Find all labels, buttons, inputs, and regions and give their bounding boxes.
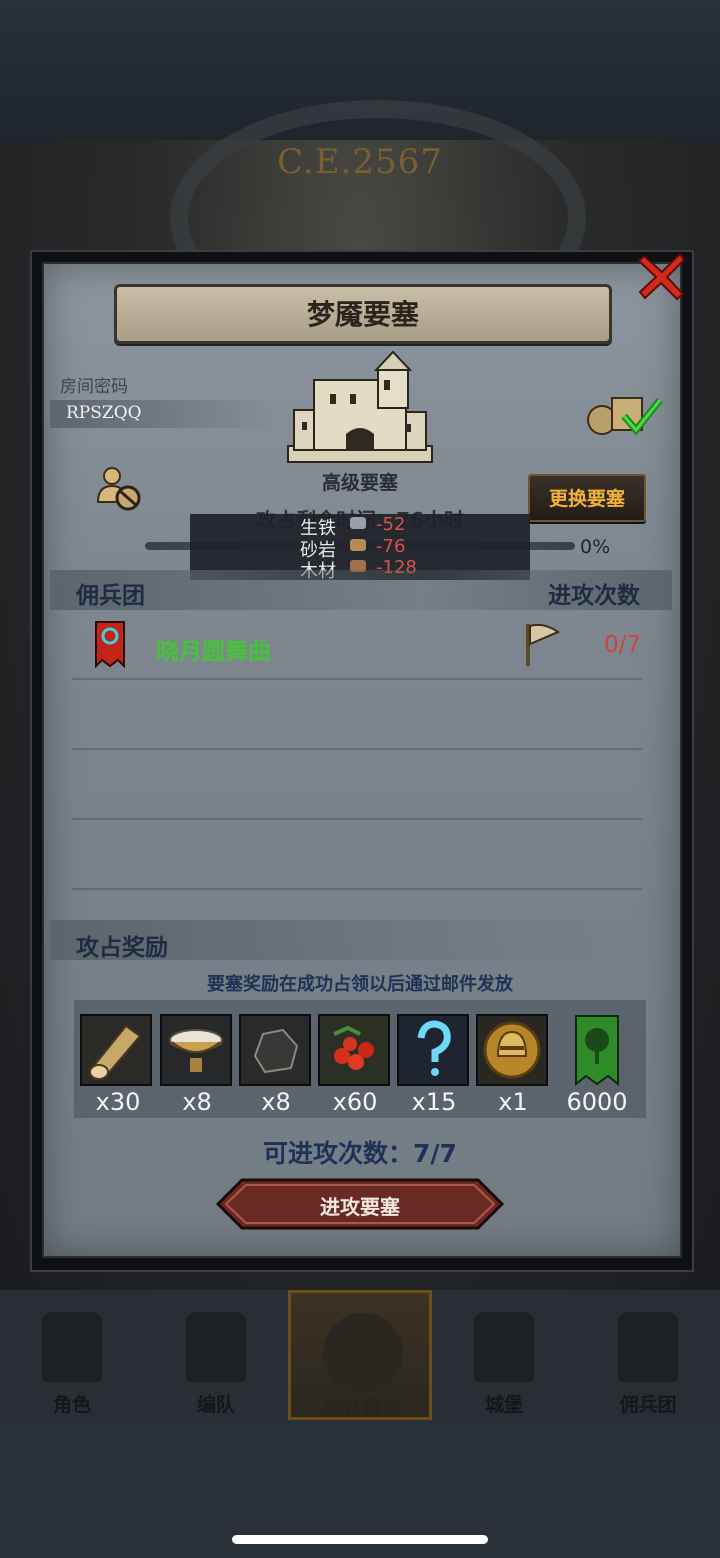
- berries-icon: [320, 1016, 388, 1084]
- mercenary-header: 佣兵团: [76, 583, 145, 609]
- mercenary-name[interactable]: 晓月圆舞曲: [156, 632, 271, 666]
- reward-count: x1: [498, 1088, 528, 1116]
- nav-label: 编队: [196, 1394, 235, 1416]
- attack-fortress-label: 进攻要塞: [320, 1195, 400, 1219]
- close-icon: [637, 252, 686, 301]
- home-indicator[interactable]: [232, 1535, 488, 1544]
- knight-icon: [42, 1312, 102, 1382]
- ore-icon: [241, 1016, 309, 1084]
- reward-item-bowl[interactable]: [160, 1014, 232, 1086]
- reward-count: x60: [332, 1088, 378, 1116]
- reward-item-banner[interactable]: [574, 1014, 620, 1087]
- room-code-label: 房间密码: [60, 377, 128, 397]
- block-user-icon[interactable]: [96, 464, 144, 512]
- nav-formation[interactable]: 编队: [144, 1290, 288, 1420]
- nav-label: 角色: [52, 1394, 91, 1416]
- flag-icon: [524, 622, 561, 668]
- reward-item-ore[interactable]: [239, 1014, 311, 1086]
- reward-count: x15: [411, 1088, 457, 1116]
- bowl-icon: [162, 1016, 230, 1084]
- helmet-icon: [186, 1312, 246, 1382]
- castle-icon: [474, 1312, 534, 1382]
- reward-count: x30: [95, 1088, 141, 1116]
- reward-item-medal[interactable]: [476, 1014, 548, 1086]
- reward-item-berries[interactable]: [318, 1014, 390, 1086]
- tree-banner-icon: [575, 1015, 619, 1087]
- iron-icon: [350, 517, 366, 529]
- nav-label: 佣兵团: [619, 1394, 677, 1416]
- row-divider: [72, 818, 642, 820]
- reward-item-log[interactable]: [80, 1014, 152, 1086]
- attack-count-header: 进攻次数: [548, 583, 640, 609]
- log-icon: [82, 1016, 150, 1084]
- reward-count: x8: [261, 1088, 291, 1116]
- helmet-medal-icon: [478, 1016, 546, 1084]
- reward-count: x8: [182, 1088, 212, 1116]
- capture-progress-percent: 0%: [580, 536, 611, 558]
- reward-note: 要塞奖励在成功占领以后通过邮件发放: [207, 974, 513, 995]
- resource-value: -52: [376, 514, 406, 535]
- reward-header: 攻占奖励: [76, 935, 168, 961]
- row-divider: [72, 678, 642, 680]
- row-divider: [72, 748, 642, 750]
- era-label: C.E.2567: [277, 142, 443, 182]
- bottom-nav: 角色 编队 前往群岛 城堡 佣兵团: [0, 1290, 720, 1420]
- room-code: RPSZQQ: [66, 403, 142, 423]
- supplies-ready-icon[interactable]: [584, 390, 664, 438]
- attempts-remaining: 可进攻次数：7/7: [263, 1139, 457, 1168]
- nav-mercenary[interactable]: 佣兵团: [576, 1290, 720, 1420]
- fortress-level-label: 高级要塞: [321, 472, 398, 494]
- nav-label: 前往群岛: [324, 1397, 401, 1419]
- nav-islands[interactable]: 前往群岛: [288, 1290, 432, 1420]
- nav-character[interactable]: 角色: [0, 1290, 144, 1420]
- fortress-icon: [280, 350, 440, 466]
- resource-value: -76: [376, 536, 406, 557]
- guild-banner-icon: [94, 620, 126, 669]
- close-button[interactable]: [636, 250, 688, 302]
- compass-icon: [323, 1313, 403, 1393]
- sandstone-icon: [350, 539, 366, 551]
- change-fortress-label: 更换要塞: [548, 488, 625, 510]
- dialog-title: 梦魇要塞: [306, 298, 419, 331]
- nav-label: 城堡: [484, 1394, 523, 1416]
- row-divider: [72, 888, 642, 890]
- nav-castle[interactable]: 城堡: [432, 1290, 576, 1420]
- reward-count: 6000: [566, 1088, 628, 1116]
- question-mark-icon: [399, 1016, 467, 1084]
- reward-item-mystery[interactable]: [397, 1014, 469, 1086]
- mercenary-attack-count: 0/7: [604, 632, 642, 658]
- ship-icon: [618, 1312, 678, 1382]
